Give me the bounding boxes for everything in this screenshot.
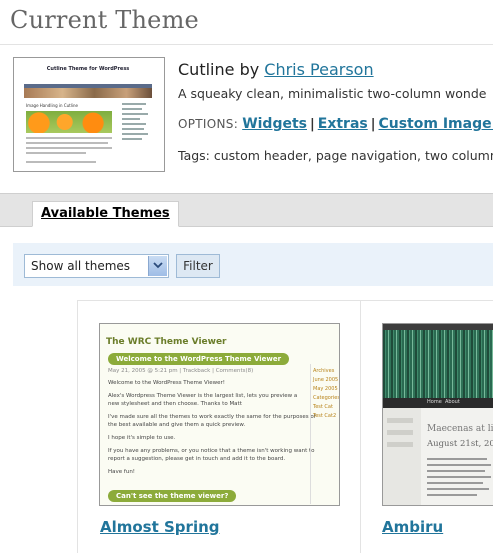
ambiru-shot-header-image bbox=[383, 330, 493, 398]
spring-shot-sidebar-divider bbox=[310, 364, 311, 504]
spring-shot-line: Alex's Wordpress Theme Viewer is the lar… bbox=[108, 393, 298, 399]
spring-shot-line: Have fun! bbox=[108, 469, 136, 475]
current-theme-title: Cutline by Chris Pearson bbox=[178, 60, 374, 79]
page-title: Current Theme bbox=[10, 6, 199, 34]
current-shot-header-title: Cutline Theme for WordPress bbox=[46, 66, 130, 72]
current-shot-post-title: Image Handling in Cutline bbox=[26, 103, 78, 108]
tab-available-themes-label: Available Themes bbox=[41, 206, 170, 221]
ambiru-link[interactable]: Ambiru bbox=[382, 518, 443, 536]
ambiru-shot-nav-item: About bbox=[445, 399, 460, 405]
filter-button[interactable]: Filter bbox=[176, 254, 220, 278]
current-theme-tags: Tags: custom header, page navigation, tw… bbox=[178, 148, 493, 163]
current-shot-header-photo bbox=[24, 88, 152, 98]
spring-shot-line: report a suggestion, please get in touch… bbox=[108, 456, 286, 462]
current-theme-description: A squeaky clean, minimalistic two-column… bbox=[178, 86, 487, 101]
current-shot-text-line bbox=[26, 152, 86, 154]
widgets-link[interactable]: Widgets bbox=[242, 116, 307, 132]
current-shot-text-line bbox=[26, 147, 112, 149]
ambiru-shot-post-title: Maecenas at libero bbox=[427, 424, 493, 434]
ambiru-shot-post-date: August 21st, 2005 bbox=[427, 439, 493, 449]
current-theme-screenshot: Cutline Theme for WordPress Image Handli… bbox=[13, 57, 165, 172]
ambiru-shot-text-line bbox=[427, 488, 489, 490]
current-shot-text-line bbox=[26, 142, 108, 144]
options-label: OPTIONS: bbox=[178, 117, 239, 131]
almost-spring-link[interactable]: Almost Spring bbox=[100, 518, 220, 536]
spring-shot-line: Welcome to the WordPress Theme Viewer! bbox=[108, 380, 225, 386]
theme-filter-select-value: Show all themes bbox=[31, 259, 131, 273]
spring-shot-line: I've made sure all the themes to work ex… bbox=[108, 414, 316, 420]
theme-grid-divider bbox=[77, 300, 78, 553]
spring-shot-line: If you have any problems, or you notice … bbox=[108, 448, 315, 454]
spring-shot-sidebar-item: Archives bbox=[313, 368, 335, 374]
ambiru-shot-left-column bbox=[383, 408, 421, 505]
tab-available-themes[interactable]: Available Themes bbox=[32, 201, 179, 227]
current-theme-author-link[interactable]: Chris Pearson bbox=[264, 60, 373, 79]
ambiru-shot-nav-item: Home bbox=[427, 399, 442, 405]
options-separator: | bbox=[370, 117, 376, 132]
spring-shot-line: new stylesheet and then choose. Thanks t… bbox=[108, 401, 242, 407]
spring-shot-meta: May 21, 2005 @ 5:21 pm | Trackback | Com… bbox=[108, 368, 254, 374]
chevron-down-icon[interactable] bbox=[148, 256, 167, 276]
theme-grid-divider bbox=[77, 300, 493, 301]
current-theme-by: by bbox=[239, 60, 260, 79]
current-shot-sidebar bbox=[122, 103, 152, 143]
spring-shot-sidebar-item: Categories bbox=[313, 395, 340, 401]
ambiru-shot-text-line bbox=[427, 470, 485, 472]
theme-grid-divider bbox=[360, 300, 361, 553]
almost-spring-screenshot[interactable]: The WRC Theme Viewer Welcome to the Word… bbox=[99, 323, 340, 506]
ambiru-shot-text-line bbox=[427, 458, 487, 460]
options-separator: | bbox=[310, 117, 315, 132]
ambiru-shot-text-line bbox=[427, 464, 491, 466]
spring-shot-sidebar-item: June 2005 bbox=[313, 377, 339, 383]
spring-shot-header: The WRC Theme Viewer bbox=[106, 337, 227, 347]
current-shot-text-line bbox=[26, 161, 96, 163]
spring-shot-sidebar: Archives June 2005 May 2005 Categories T… bbox=[313, 368, 339, 422]
spring-shot-line: the best available and give them a quick… bbox=[108, 422, 246, 428]
ambiru-shot-text-line bbox=[427, 494, 477, 496]
theme-filter-select[interactable]: Show all themes bbox=[24, 254, 169, 278]
title-divider bbox=[0, 44, 493, 45]
ambiru-shot-text-line bbox=[427, 476, 491, 478]
spring-shot-sidebar-item: May 2005 bbox=[313, 386, 338, 392]
current-shot-header: Cutline Theme for WordPress bbox=[24, 65, 152, 86]
ambiru-shot-nav: Home About bbox=[383, 398, 493, 408]
current-shot-oranges-image bbox=[26, 111, 112, 133]
ambiru-shot-text-line bbox=[427, 482, 483, 484]
custom-image-header-link[interactable]: Custom Image H bbox=[378, 116, 493, 132]
spring-shot-line: I hope it's simple to use. bbox=[108, 435, 176, 441]
spring-shot-sidebar-item: Test Cat bbox=[313, 404, 333, 410]
current-theme-name: Cutline bbox=[178, 60, 235, 79]
spring-shot-bottom-bar: Can't see the theme viewer? bbox=[108, 490, 237, 502]
ambiru-screenshot[interactable]: Home About Maecenas at libero August 21s… bbox=[382, 323, 493, 506]
spring-shot-welcome-bar: Welcome to the WordPress Theme Viewer bbox=[108, 353, 290, 365]
current-theme-options: OPTIONS: Widgets|Extras|Custom Image H bbox=[178, 116, 493, 132]
spring-shot-sidebar-item: Test Cat2 bbox=[313, 413, 337, 419]
current-shot-text-line bbox=[26, 137, 112, 139]
extras-link[interactable]: Extras bbox=[318, 116, 368, 132]
